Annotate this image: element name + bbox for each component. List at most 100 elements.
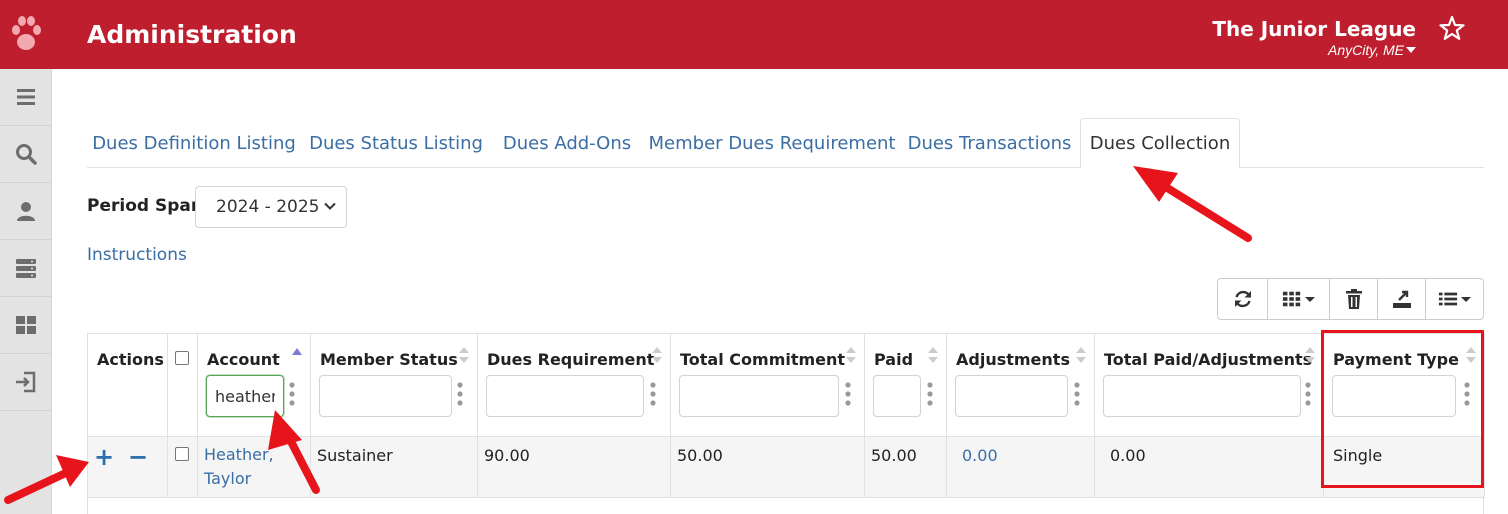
- tab-dues-add-ons[interactable]: Dues Add-Ons: [492, 118, 642, 168]
- account-filter-input[interactable]: [206, 375, 284, 417]
- column-header-label: Payment Type: [1333, 350, 1459, 369]
- dashboard-icon: [16, 316, 36, 334]
- account-link[interactable]: Heather, Taylor: [204, 445, 274, 488]
- total-commitment-value: 50.00: [677, 446, 723, 465]
- column-header-total-paid-adjustments[interactable]: Total Paid/Adjustments: [1094, 333, 1324, 437]
- caret-down-icon: [1406, 47, 1416, 53]
- organization-city-label: AnyCity, ME: [1328, 42, 1404, 58]
- sidebar-item-menu[interactable]: [0, 69, 52, 126]
- period-span-label: Period Span:: [87, 196, 210, 216]
- total-paid-adjustments-value: 0.00: [1110, 446, 1146, 465]
- refresh-button[interactable]: [1218, 279, 1268, 319]
- select-cell: [167, 436, 198, 498]
- organization-city-dropdown[interactable]: AnyCity, ME: [1328, 42, 1416, 58]
- payment-type-cell: Single: [1323, 436, 1485, 498]
- column-header-select: [167, 333, 198, 437]
- export-button[interactable]: [1378, 279, 1426, 319]
- column-header-label: Actions: [97, 350, 164, 369]
- list-icon: [1438, 292, 1458, 306]
- sort-icon[interactable]: [928, 345, 938, 365]
- tab-member-dues-requirement[interactable]: Member Dues Requirement: [647, 118, 897, 168]
- sidebar-item-server[interactable]: [0, 240, 52, 297]
- sort-icon[interactable]: [1466, 345, 1476, 365]
- columns-icon: [1282, 291, 1301, 307]
- tab-dues-status-listing[interactable]: Dues Status Listing: [303, 118, 489, 168]
- row-checkbox[interactable]: [175, 447, 189, 461]
- filter-options-icon[interactable]: [845, 381, 851, 407]
- filter-options-icon[interactable]: [1464, 381, 1470, 407]
- member-status-value: Sustainer: [317, 446, 393, 465]
- list-options-button[interactable]: [1426, 279, 1483, 319]
- total-commitment-cell: 50.00: [670, 436, 865, 498]
- member-status-cell: Sustainer: [310, 436, 478, 498]
- sidebar-item-user[interactable]: [0, 183, 52, 240]
- caret-down-icon: [1305, 297, 1315, 302]
- sort-icon[interactable]: [846, 345, 856, 365]
- server-icon: [16, 259, 36, 278]
- filter-options-icon[interactable]: [1305, 381, 1311, 407]
- sidebar-item-sign-in[interactable]: [0, 354, 52, 411]
- filter-options-icon[interactable]: [650, 381, 656, 407]
- sidebar-item-dashboard[interactable]: [0, 297, 52, 354]
- sort-icon[interactable]: [1305, 345, 1315, 365]
- chevron-down-icon: [324, 202, 336, 210]
- total-commitment-filter-input[interactable]: [679, 375, 839, 417]
- period-span-value: 2024 - 2025: [216, 197, 320, 217]
- filter-options-icon[interactable]: [457, 381, 463, 407]
- menu-icon: [17, 89, 35, 105]
- payment-type-filter-input[interactable]: [1332, 375, 1456, 417]
- column-header-account[interactable]: Account: [197, 333, 311, 437]
- account-last-name: Heather,: [204, 445, 274, 464]
- arrow-to-dues-collection-tab: [1133, 166, 1252, 242]
- column-header-actions: Actions: [87, 333, 168, 437]
- star-icon[interactable]: [1439, 15, 1465, 41]
- adjustments-filter-input[interactable]: [955, 375, 1068, 417]
- column-header-label: Member Status: [320, 350, 458, 369]
- delete-button[interactable]: [1330, 279, 1378, 319]
- table-empty-area: [87, 496, 1484, 514]
- paid-filter-input[interactable]: [873, 375, 921, 417]
- dues-requirement-cell: 90.00: [477, 436, 671, 498]
- column-header-label: Total Paid/Adjustments: [1104, 350, 1313, 369]
- total-paid-adjustments-filter-input[interactable]: [1103, 375, 1301, 417]
- column-header-member-status[interactable]: Member Status: [310, 333, 478, 437]
- member-status-filter-input[interactable]: [319, 375, 452, 417]
- column-header-total-commitment[interactable]: Total Commitment: [670, 333, 865, 437]
- column-header-paid[interactable]: Paid: [864, 333, 947, 437]
- sort-icon[interactable]: [1076, 345, 1086, 365]
- organization-name: The Junior League: [1212, 17, 1416, 41]
- sign-in-icon: [16, 371, 36, 393]
- paid-value: 50.00: [871, 446, 917, 465]
- select-all-checkbox[interactable]: [175, 351, 189, 365]
- filter-options-icon[interactable]: [1074, 381, 1080, 407]
- period-span-select[interactable]: 2024 - 2025: [195, 186, 347, 228]
- account-cell: Heather, Taylor: [197, 436, 311, 498]
- column-header-adjustments[interactable]: Adjustments: [946, 333, 1095, 437]
- adjustments-link[interactable]: 0.00: [962, 446, 998, 465]
- sort-icon[interactable]: [652, 345, 662, 365]
- sidebar: [0, 69, 52, 514]
- column-header-label: Adjustments: [956, 350, 1070, 369]
- table-row: + − Heather, Taylor Sustainer 90.00 50.00…: [87, 436, 1485, 498]
- column-header-dues-requirement[interactable]: Dues Requirement: [477, 333, 671, 437]
- sort-icon[interactable]: [459, 345, 469, 365]
- filter-options-icon[interactable]: [289, 381, 295, 407]
- dues-requirement-filter-input[interactable]: [486, 375, 644, 417]
- tab-dues-collection[interactable]: Dues Collection: [1080, 118, 1240, 169]
- tab-dues-definition-listing[interactable]: Dues Definition Listing: [87, 118, 301, 168]
- page-title: Administration: [87, 20, 297, 49]
- sort-ascending-icon[interactable]: [292, 345, 302, 365]
- collapse-row-button[interactable]: −: [128, 445, 148, 469]
- paw-logo-icon[interactable]: [9, 14, 43, 54]
- instructions-link[interactable]: Instructions: [87, 245, 187, 265]
- sidebar-item-search[interactable]: [0, 126, 52, 183]
- export-icon: [1392, 290, 1411, 308]
- filter-options-icon[interactable]: [927, 381, 933, 407]
- trash-icon: [1345, 289, 1362, 309]
- expand-row-button[interactable]: +: [94, 445, 114, 469]
- user-icon: [17, 202, 35, 221]
- column-header-payment-type[interactable]: Payment Type: [1323, 333, 1485, 437]
- tab-dues-transactions[interactable]: Dues Transactions: [902, 118, 1077, 168]
- columns-button[interactable]: [1268, 279, 1330, 319]
- dues-requirement-value: 90.00: [484, 446, 530, 465]
